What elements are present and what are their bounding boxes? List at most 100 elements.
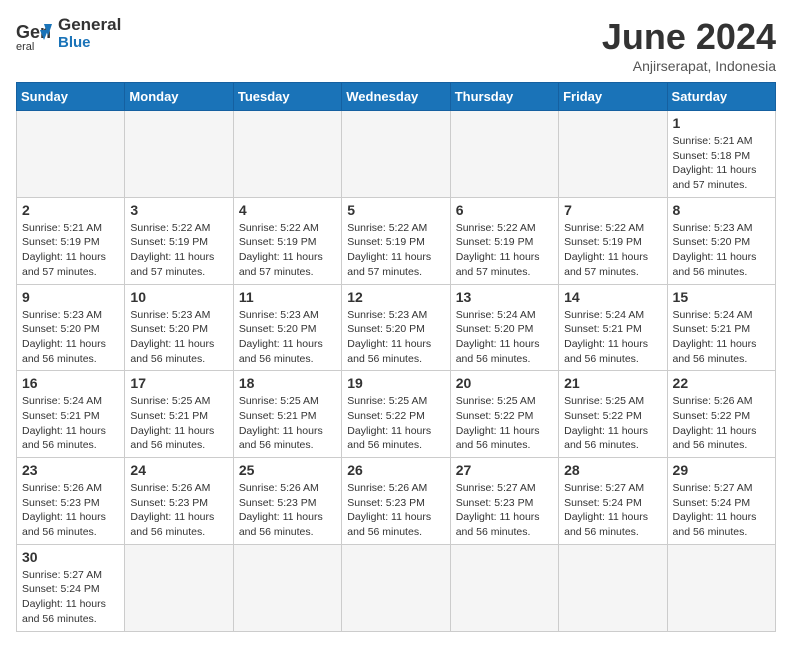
day-number: 6	[456, 202, 553, 218]
month-title: June 2024	[602, 16, 776, 58]
calendar-day-cell: 10Sunrise: 5:23 AMSunset: 5:20 PMDayligh…	[125, 284, 233, 371]
calendar-day-cell	[559, 544, 667, 631]
day-info: Sunrise: 5:22 AMSunset: 5:19 PMDaylight:…	[347, 221, 444, 280]
calendar-day-cell: 26Sunrise: 5:26 AMSunset: 5:23 PMDayligh…	[342, 458, 450, 545]
day-number: 27	[456, 462, 553, 478]
day-number: 13	[456, 289, 553, 305]
day-number: 19	[347, 375, 444, 391]
calendar-day-cell: 20 Sunrise: 5:25 AMSunset: 5:22 PMDayligh…	[450, 371, 558, 458]
day-info: Sunrise: 5:25 AMSunset: 5:22 PMDaylight:…	[347, 394, 444, 453]
day-info: Sunrise: 5:24 AMSunset: 5:21 PMDaylight:…	[564, 308, 661, 367]
day-info: Sunrise: 5:27 AMSunset: 5:24 PMDaylight:…	[564, 481, 661, 540]
day-number: 1	[673, 115, 770, 131]
calendar-day-cell	[450, 111, 558, 198]
calendar-day-cell: 14 Sunrise: 5:24 AMSunset: 5:21 PMDayligh…	[559, 284, 667, 371]
day-number: 15	[673, 289, 770, 305]
calendar-week-row: 9 Sunrise: 5:23 AMSunset: 5:20 PMDaylight…	[17, 284, 776, 371]
calendar-day-cell: 11Sunrise: 5:23 AMSunset: 5:20 PMDayligh…	[233, 284, 341, 371]
calendar-day-cell: 5Sunrise: 5:22 AMSunset: 5:19 PMDaylight…	[342, 197, 450, 284]
day-number: 18	[239, 375, 336, 391]
day-info: Sunrise: 5:22 AMSunset: 5:19 PMDaylight:…	[130, 221, 227, 280]
calendar-day-cell: 25 Sunrise: 5:26 AMSunset: 5:23 PMDayligh…	[233, 458, 341, 545]
day-number: 29	[673, 462, 770, 478]
location-subtitle: Anjirserapat, Indonesia	[602, 58, 776, 74]
day-info: Sunrise: 5:24 AMSunset: 5:20 PMDaylight:…	[456, 308, 553, 367]
day-info: Sunrise: 5:25 AMSunset: 5:22 PMDaylight:…	[456, 394, 553, 453]
logo-blue-text: Blue	[58, 35, 121, 52]
calendar-day-cell	[233, 111, 341, 198]
day-number: 10	[130, 289, 227, 305]
calendar-week-row: 30Sunrise: 5:27 AMSunset: 5:24 PMDayligh…	[17, 544, 776, 631]
day-number: 9	[22, 289, 119, 305]
day-number: 11	[239, 289, 336, 305]
day-info: Sunrise: 5:25 AMSunset: 5:22 PMDaylight:…	[564, 394, 661, 453]
calendar-day-cell: 7Sunrise: 5:22 AMSunset: 5:19 PMDaylight…	[559, 197, 667, 284]
calendar-day-cell: 18Sunrise: 5:25 AMSunset: 5:21 PMDayligh…	[233, 371, 341, 458]
day-number: 24	[130, 462, 227, 478]
day-info: Sunrise: 5:22 AMSunset: 5:19 PMDaylight:…	[564, 221, 661, 280]
logo-icon: Gen eral Blue	[16, 16, 52, 52]
calendar-day-cell	[233, 544, 341, 631]
day-number: 21	[564, 375, 661, 391]
calendar-day-cell: 2Sunrise: 5:21 AMSunset: 5:19 PMDaylight…	[17, 197, 125, 284]
weekday-header-wednesday: Wednesday	[342, 83, 450, 111]
calendar-day-cell: 19 Sunrise: 5:25 AMSunset: 5:22 PMDayligh…	[342, 371, 450, 458]
day-info: Sunrise: 5:27 AMSunset: 5:23 PMDaylight:…	[456, 481, 553, 540]
svg-text:eral: eral	[16, 41, 34, 52]
calendar-day-cell: 17 Sunrise: 5:25 AMSunset: 5:21 PMDayligh…	[125, 371, 233, 458]
day-number: 2	[22, 202, 119, 218]
day-info: Sunrise: 5:27 AMSunset: 5:24 PMDaylight:…	[22, 568, 119, 627]
day-number: 22	[673, 375, 770, 391]
day-number: 20	[456, 375, 553, 391]
day-info: Sunrise: 5:26 AMSunset: 5:23 PMDaylight:…	[22, 481, 119, 540]
logo: Gen eral Blue General Blue	[16, 16, 121, 52]
calendar-day-cell	[342, 111, 450, 198]
calendar-week-row: 2Sunrise: 5:21 AMSunset: 5:19 PMDaylight…	[17, 197, 776, 284]
calendar-day-cell: 16Sunrise: 5:24 AMSunset: 5:21 PMDayligh…	[17, 371, 125, 458]
day-info: Sunrise: 5:27 AMSunset: 5:24 PMDaylight:…	[673, 481, 770, 540]
day-number: 28	[564, 462, 661, 478]
calendar-day-cell	[125, 544, 233, 631]
weekday-header-sunday: Sunday	[17, 83, 125, 111]
calendar-table: SundayMondayTuesdayWednesdayThursdayFrid…	[16, 82, 776, 632]
day-number: 8	[673, 202, 770, 218]
day-number: 25	[239, 462, 336, 478]
day-info: Sunrise: 5:24 AMSunset: 5:21 PMDaylight:…	[673, 308, 770, 367]
day-number: 17	[130, 375, 227, 391]
day-number: 23	[22, 462, 119, 478]
calendar-day-cell	[17, 111, 125, 198]
header: Gen eral Blue General Blue June 2024 Anj…	[16, 16, 776, 74]
calendar-day-cell: 24 Sunrise: 5:26 AMSunset: 5:23 PMDayligh…	[125, 458, 233, 545]
day-info: Sunrise: 5:26 AMSunset: 5:23 PMDaylight:…	[130, 481, 227, 540]
day-number: 16	[22, 375, 119, 391]
calendar-day-cell: 23 Sunrise: 5:26 AMSunset: 5:23 PMDayligh…	[17, 458, 125, 545]
day-number: 14	[564, 289, 661, 305]
day-info: Sunrise: 5:22 AMSunset: 5:19 PMDaylight:…	[456, 221, 553, 280]
calendar-day-cell: 1 Sunrise: 5:21 AMSunset: 5:18 PMDaylight…	[667, 111, 775, 198]
calendar-day-cell: 3Sunrise: 5:22 AMSunset: 5:19 PMDaylight…	[125, 197, 233, 284]
calendar-day-cell: 27 Sunrise: 5:27 AMSunset: 5:23 PMDayligh…	[450, 458, 558, 545]
calendar-day-cell	[450, 544, 558, 631]
title-block: June 2024 Anjirserapat, Indonesia	[602, 16, 776, 74]
calendar-day-cell: 30Sunrise: 5:27 AMSunset: 5:24 PMDayligh…	[17, 544, 125, 631]
weekday-header-row: SundayMondayTuesdayWednesdayThursdayFrid…	[17, 83, 776, 111]
calendar-day-cell	[559, 111, 667, 198]
calendar-day-cell: 13 Sunrise: 5:24 AMSunset: 5:20 PMDayligh…	[450, 284, 558, 371]
calendar-day-cell	[342, 544, 450, 631]
weekday-header-saturday: Saturday	[667, 83, 775, 111]
calendar-week-row: 16Sunrise: 5:24 AMSunset: 5:21 PMDayligh…	[17, 371, 776, 458]
weekday-header-monday: Monday	[125, 83, 233, 111]
calendar-day-cell: 15 Sunrise: 5:24 AMSunset: 5:21 PMDayligh…	[667, 284, 775, 371]
day-info: Sunrise: 5:23 AMSunset: 5:20 PMDaylight:…	[347, 308, 444, 367]
day-info: Sunrise: 5:26 AMSunset: 5:22 PMDaylight:…	[673, 394, 770, 453]
day-info: Sunrise: 5:26 AMSunset: 5:23 PMDaylight:…	[347, 481, 444, 540]
day-info: Sunrise: 5:25 AMSunset: 5:21 PMDaylight:…	[130, 394, 227, 453]
day-info: Sunrise: 5:21 AMSunset: 5:18 PMDaylight:…	[673, 134, 770, 193]
calendar-day-cell: 28 Sunrise: 5:27 AMSunset: 5:24 PMDayligh…	[559, 458, 667, 545]
day-info: Sunrise: 5:26 AMSunset: 5:23 PMDaylight:…	[239, 481, 336, 540]
day-number: 12	[347, 289, 444, 305]
weekday-header-thursday: Thursday	[450, 83, 558, 111]
calendar-day-cell	[667, 544, 775, 631]
calendar-day-cell: 6 Sunrise: 5:22 AMSunset: 5:19 PMDaylight…	[450, 197, 558, 284]
calendar-day-cell: 22 Sunrise: 5:26 AMSunset: 5:22 PMDayligh…	[667, 371, 775, 458]
